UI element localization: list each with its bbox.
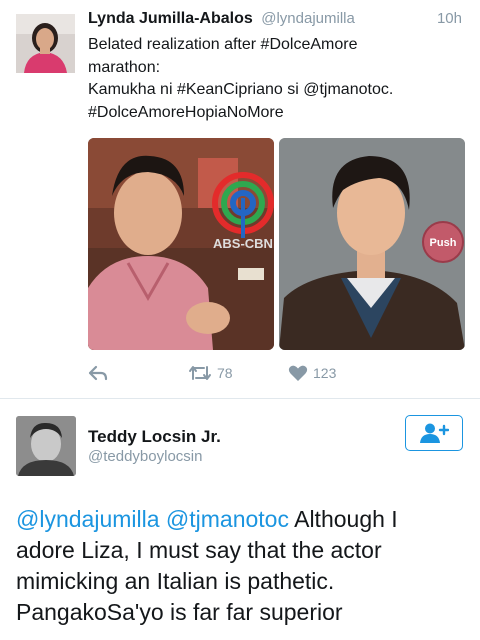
tweet2-text-line: @lyndajumilla @tjmanotoc Although I	[16, 504, 472, 535]
media-photo-right[interactable]: Push	[279, 138, 465, 350]
tweet2-text-line: mimicking an Italian is pathetic.	[16, 568, 335, 594]
reply-button[interactable]	[88, 364, 108, 382]
push-badge-text: Push	[430, 237, 457, 249]
author-name[interactable]: Teddy Locsin Jr.	[88, 427, 221, 447]
tweet-timestamp[interactable]: 10h	[437, 10, 462, 27]
tweet2-text: @lyndajumilla @tjmanotoc Although I ador…	[16, 504, 472, 628]
author-name[interactable]: Lynda Jumilla-Abalos	[88, 10, 253, 27]
avatar-teddy-image	[16, 416, 76, 476]
avatar-lynda-image	[16, 14, 75, 73]
retweet-icon	[189, 366, 211, 380]
heart-icon	[288, 365, 308, 381]
author-handle[interactable]: @teddyboylocsin	[88, 448, 202, 465]
tweet2-text-line: PangakoSa'yo is far far superior	[16, 599, 343, 625]
tweet2-text-fragment: Although I	[294, 506, 398, 532]
tweet1-text-line: Belated realization after #DolceAmore	[88, 36, 358, 53]
avatar-lynda[interactable]	[16, 14, 75, 73]
like-button[interactable]: 123	[288, 364, 336, 382]
retweet-button[interactable]: 78	[188, 364, 233, 382]
avatar-teddy[interactable]	[16, 416, 76, 476]
tweet1-text: Belated realization after #DolceAmore ma…	[88, 34, 468, 124]
tweet1-text-line: #DolceAmoreHopiaNoMore	[88, 103, 284, 121]
abs-cbn-logo-text: ABS-CBN	[213, 236, 273, 251]
retweet-count: 78	[217, 365, 233, 381]
media-photo-left-image: ABS-CBN	[88, 138, 274, 350]
like-count: 123	[313, 365, 337, 381]
tweet1-text-line: marathon:	[88, 58, 161, 76]
author-handle[interactable]: @lyndajumilla	[261, 10, 355, 27]
mention-link[interactable]: @lyndajumilla	[16, 506, 160, 532]
push-badge-icon: Push	[422, 221, 464, 263]
tweet-divider	[0, 398, 480, 399]
tweet-teddy[interactable]: Teddy Locsin Jr. @teddyboylocsin @lyndaj…	[0, 400, 480, 640]
reply-icon	[88, 365, 108, 381]
tweet2-text-line: adore Liza, I must say that the actor	[16, 537, 382, 563]
tweet1-text-line: Kamukha ni #KeanCipriano si @tjmanotoc.	[88, 81, 394, 98]
tweet-lynda[interactable]: Lynda Jumilla-Abalos @lyndajumilla 10h B…	[0, 0, 480, 400]
media-photo-left[interactable]: ABS-CBN	[88, 138, 274, 350]
tweet1-header: Lynda Jumilla-Abalos @lyndajumilla 10h	[88, 10, 464, 32]
mention-link[interactable]: @tjmanotoc	[166, 506, 289, 532]
follow-user-icon	[420, 423, 449, 443]
media-photo-right-image: Push	[279, 138, 465, 350]
tweet1-actions: 78 123	[88, 364, 468, 388]
follow-button[interactable]	[405, 415, 463, 451]
